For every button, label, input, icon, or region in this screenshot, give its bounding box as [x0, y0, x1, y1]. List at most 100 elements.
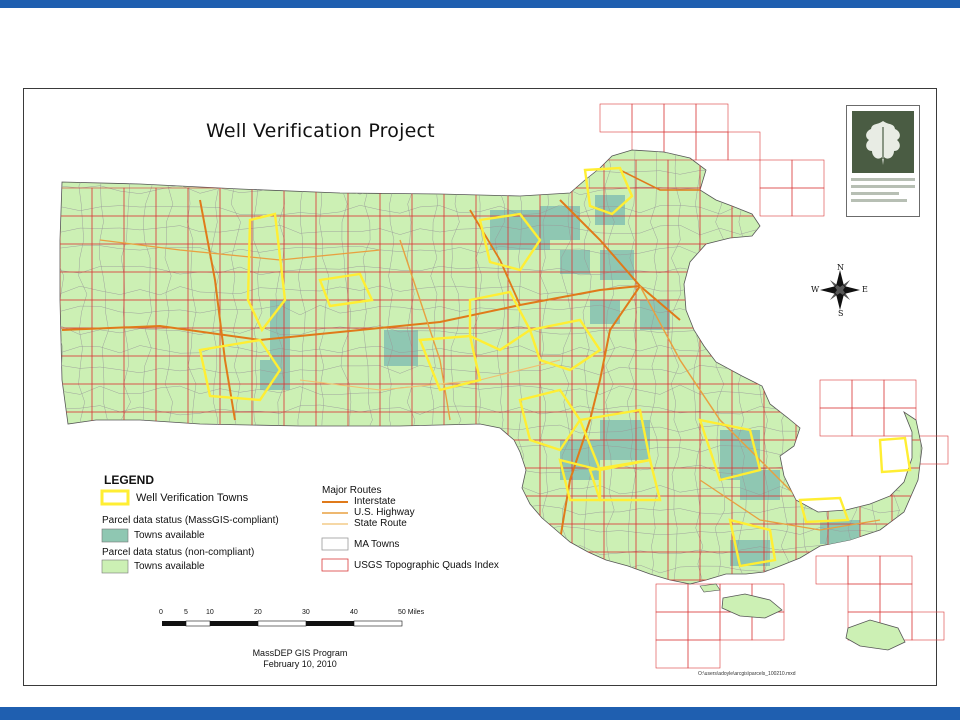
- quad-cell: [815, 555, 849, 585]
- town-boundary: [60, 164, 901, 176]
- compass-west-label: W: [811, 285, 820, 294]
- quad-cell: [851, 379, 885, 409]
- town-boundary: [60, 585, 900, 595]
- program-credit: MassDEP GIS Program February 10, 2010: [230, 648, 370, 670]
- quad-cell: [731, 243, 765, 273]
- quad-cell: [539, 551, 573, 581]
- quad-cell: [795, 467, 829, 497]
- marthas-vineyard-island: [721, 593, 783, 619]
- quad-cell: [759, 159, 793, 189]
- legend-routes-heading: Major Routes: [322, 485, 382, 496]
- quad-cell: [571, 579, 605, 584]
- quad-cell: [507, 579, 541, 584]
- quad-cell: [791, 187, 825, 217]
- scale-tick-40: 40: [350, 609, 358, 616]
- quad-cell: [847, 555, 881, 585]
- quad-cell: [727, 131, 761, 161]
- quad-cell: [731, 327, 765, 357]
- scale-tick-50: 50 Miles: [398, 609, 425, 616]
- legend-compliant-label: Towns available: [134, 530, 205, 541]
- quad-cell: [795, 299, 829, 329]
- quad-cell: [795, 439, 829, 469]
- quad-cell: [687, 639, 721, 669]
- nantucket-island: [845, 619, 906, 651]
- quad-cell: [847, 583, 881, 613]
- bottom-brand-bar: [0, 707, 960, 720]
- legend-interstate-label: Interstate: [354, 496, 396, 507]
- quad-cell: [795, 187, 829, 217]
- quad-cell: [859, 439, 893, 469]
- quad-cell: [663, 103, 697, 133]
- quad-cell: [655, 611, 689, 641]
- quad-cell: [763, 159, 797, 189]
- legend-matowns-swatch: [321, 537, 349, 551]
- quad-cell: [924, 496, 956, 524]
- quad-cell: [924, 524, 956, 552]
- quad-cell: [763, 187, 797, 217]
- compliant-town-patch: [270, 300, 290, 360]
- legend-noncompliant-label: Towns available: [134, 561, 205, 572]
- compass-north-label: N: [837, 263, 844, 272]
- legend-ushighway-label: U.S. Highway: [354, 507, 415, 518]
- quad-cell: [795, 215, 829, 245]
- quad-cell: [819, 379, 853, 409]
- quad-cell: [695, 103, 729, 133]
- quad-cell: [539, 159, 573, 189]
- legend-well-label: Well Verification Towns: [136, 492, 249, 504]
- quad-cell: [924, 552, 956, 580]
- elizabeth-islands: [699, 583, 721, 593]
- quad-cell: [827, 467, 861, 497]
- program-name: MassDEP GIS Program: [252, 648, 348, 658]
- compass-east-label: E: [862, 285, 868, 294]
- quad-cell: [763, 215, 797, 245]
- legend-well-swatch: [100, 489, 130, 506]
- quad-cell: [795, 243, 829, 273]
- quad-cell: [699, 271, 733, 301]
- quad-cell: [507, 551, 541, 581]
- agency-wordmark: [851, 178, 915, 206]
- scale-tick-20: 20: [254, 609, 262, 616]
- legend-quads-swatch: [321, 558, 349, 572]
- quad-cell: [763, 271, 797, 301]
- legend-quads-label: USGS Topographic Quads Index: [354, 560, 499, 571]
- quad-cell: [731, 299, 765, 329]
- quad-cell: [924, 468, 956, 496]
- scale-tick-10: 10: [206, 609, 214, 616]
- quad-cell: [763, 299, 797, 329]
- quad-cell: [699, 299, 733, 329]
- quad-cell: [731, 271, 765, 301]
- town-boundary: [60, 150, 901, 155]
- quad-cell: [731, 159, 765, 189]
- quad-cell: [795, 159, 829, 189]
- scale-tick-5: 5: [184, 609, 188, 616]
- quad-cell: [539, 579, 573, 584]
- program-date: February 10, 2010: [263, 659, 337, 669]
- quad-cell: [924, 384, 956, 412]
- compass-rose-icon: [820, 270, 860, 310]
- agency-logo: [846, 105, 920, 217]
- state-map: [59, 103, 956, 669]
- legend-compliant-heading: Parcel data status (MassGIS-compliant): [102, 515, 279, 526]
- quad-cell: [827, 439, 861, 469]
- quad-cell: [699, 243, 733, 273]
- oak-leaf-icon: [852, 111, 914, 173]
- legend-noncompliant-heading: Parcel data status (non-compliant): [102, 547, 255, 558]
- scale-tick-0: 0: [159, 609, 163, 616]
- compass-south-label: S: [838, 309, 844, 318]
- quad-cell: [911, 611, 945, 641]
- quad-cell: [795, 327, 829, 357]
- quad-cell: [879, 583, 913, 613]
- legend-compliant-swatch: [101, 528, 129, 543]
- legend-stateroute-label: State Route: [354, 518, 407, 529]
- quad-cell: [819, 407, 853, 437]
- quad-cell: [879, 555, 913, 585]
- quad-cell: [631, 103, 665, 133]
- quad-cell: [687, 611, 721, 641]
- quad-cell: [763, 243, 797, 273]
- compliant-town-patch: [820, 520, 860, 544]
- quad-cell: [599, 103, 633, 133]
- legend-matowns-label: MA Towns: [354, 539, 400, 550]
- quad-cell: [507, 159, 541, 189]
- file-path-note: O:\users\adoyle\arcgis\parcels_100210.mx…: [698, 671, 796, 677]
- compliant-town-patch: [560, 250, 590, 274]
